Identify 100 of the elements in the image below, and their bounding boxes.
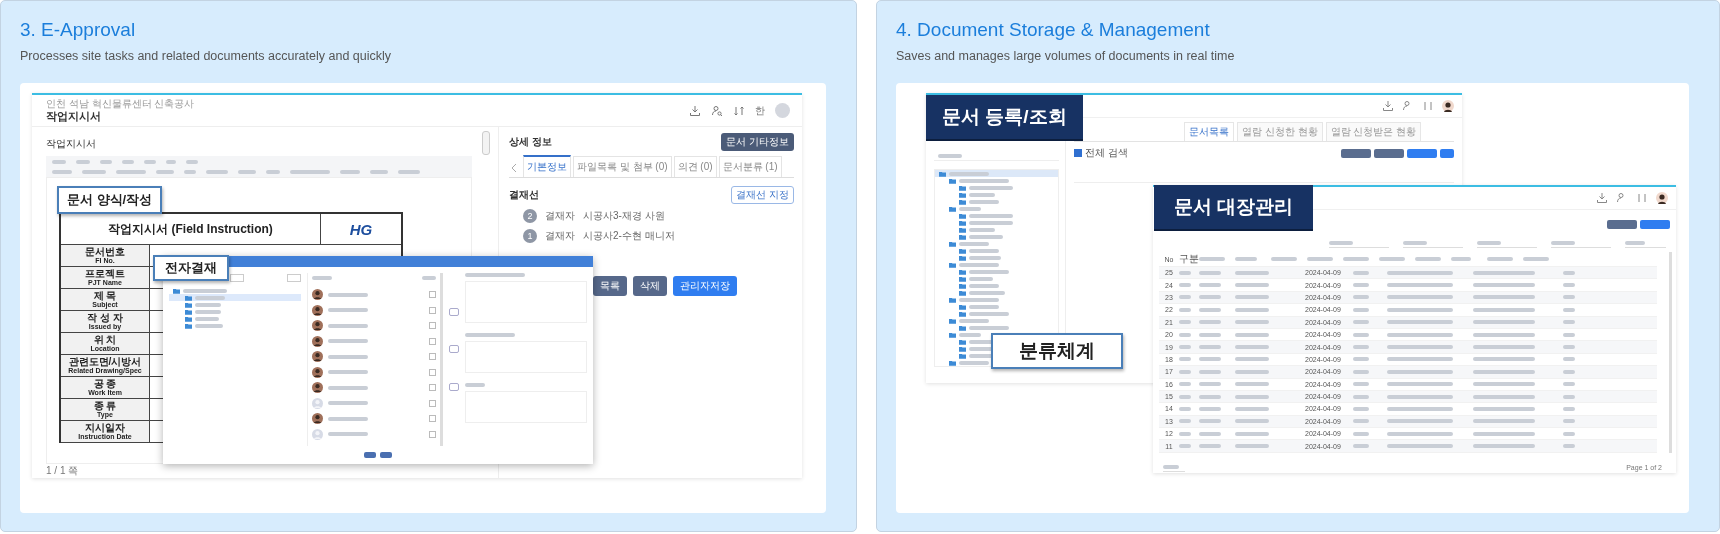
blurred-text (1353, 307, 1369, 312)
blurred-text (959, 360, 989, 365)
form-title: 작업지시서 (Field Instruction) (107, 220, 274, 238)
blurred-text (52, 159, 66, 164)
blurred-text (1473, 369, 1535, 374)
blurred-text (1199, 419, 1221, 424)
toolbar-button[interactable] (1440, 148, 1454, 158)
blurred-text (959, 241, 989, 246)
checkbox[interactable] (429, 430, 436, 438)
search-all-checkbox[interactable]: 전체 검색 (1074, 146, 1128, 160)
blurred-text (1353, 270, 1369, 275)
toolbar-button[interactable] (1407, 148, 1437, 158)
blurred-text (1199, 345, 1221, 350)
blurred-text (465, 333, 515, 337)
blurred-text (1625, 241, 1645, 245)
blurred-text (1473, 320, 1535, 325)
action-button[interactable]: 관리자저장 (673, 276, 737, 296)
blurred-text (1473, 283, 1535, 288)
blurred-text (1235, 307, 1269, 312)
dialog-button[interactable] (380, 452, 392, 458)
info-button[interactable]: 문서 기타정보 (721, 133, 794, 151)
editor-title: 작업지시서 (46, 137, 97, 150)
blurred-text (1563, 307, 1575, 312)
blurred-text (1473, 270, 1535, 275)
blurred-text (1235, 257, 1257, 261)
blurred-text (206, 169, 228, 174)
checkbox[interactable] (429, 322, 436, 330)
download-icon[interactable] (689, 104, 701, 117)
checkbox[interactable] (429, 415, 436, 423)
tab[interactable]: 파일목록 및 첨부 (0) (573, 156, 672, 177)
blurred-text (238, 169, 256, 174)
approver-name: 시공사3-재경 사원 (583, 209, 665, 223)
toolbar-button[interactable] (1374, 148, 1404, 158)
blurred-text (969, 199, 999, 204)
blurred-text (1353, 357, 1369, 362)
blurred-text (195, 309, 221, 314)
blurred-text (195, 295, 225, 300)
tab[interactable]: 문서분류 (1) (718, 156, 782, 177)
dialog-button[interactable] (364, 452, 376, 458)
blurred-text (1199, 431, 1221, 436)
blurred-text (116, 169, 146, 174)
person-avatar-icon (312, 351, 323, 363)
action-button[interactable]: 목록 (593, 276, 627, 296)
blurred-text (1473, 295, 1535, 300)
section-label: 결재선 (509, 188, 539, 202)
scrollbar[interactable] (482, 131, 490, 155)
move-button[interactable] (449, 383, 459, 392)
blurred-text (1235, 357, 1269, 362)
blurred-text (465, 273, 525, 277)
blurred-text (195, 302, 221, 307)
blurred-text (969, 227, 995, 232)
blurred-text (122, 159, 134, 164)
blurred-text (1387, 320, 1453, 325)
tab[interactable]: 열람 신청한 현황 (1237, 122, 1323, 141)
blurred-text (312, 276, 332, 280)
download-icon[interactable] (1596, 192, 1608, 204)
download-icon[interactable] (1382, 100, 1394, 112)
callout-label: 문서 등록/조회 (926, 95, 1083, 141)
blurred-text (1179, 295, 1191, 300)
blurred-text (1387, 419, 1453, 424)
blurred-text (1353, 394, 1369, 399)
move-button[interactable] (449, 307, 459, 316)
blurred-text (1387, 407, 1453, 411)
tab[interactable]: 의견 (0) (673, 156, 717, 177)
person-avatar-icon[interactable] (1442, 100, 1454, 112)
person-avatar-icon[interactable] (1656, 192, 1668, 204)
blurred-text (1235, 444, 1269, 449)
checkbox[interactable] (429, 353, 436, 361)
checkbox[interactable] (429, 291, 436, 299)
blurred-text (1353, 345, 1369, 350)
blurred-text (1179, 332, 1191, 337)
blurred-text (1563, 431, 1575, 436)
tab[interactable]: 문서목록 (1184, 122, 1234, 141)
blurred-text (1179, 444, 1191, 449)
language-button[interactable]: 한 (755, 103, 765, 118)
blurred-text (1563, 444, 1575, 449)
small-button[interactable] (230, 274, 244, 282)
checkbox[interactable] (429, 306, 436, 314)
checkbox[interactable] (429, 399, 436, 407)
blurred-text (1353, 295, 1369, 300)
tab[interactable]: 열람 신청받은 현황 (1325, 122, 1422, 141)
tab[interactable]: 기본정보 (523, 155, 571, 177)
blurred-text (1199, 283, 1221, 288)
toolbar-button[interactable] (1341, 148, 1371, 158)
blurred-text (969, 185, 1013, 190)
checkbox[interactable] (429, 384, 436, 392)
blurred-text (1563, 320, 1575, 325)
assign-button[interactable]: 결재선 지정 (731, 186, 794, 204)
card-title: 4. Document Storage & Management (896, 18, 1211, 42)
action-button[interactable]: 삭제 (633, 276, 667, 296)
blurred-text (1563, 407, 1575, 411)
blurred-text (1235, 332, 1269, 337)
blurred-text (328, 416, 368, 421)
blurred-text (1235, 345, 1269, 350)
blurred-text (1235, 369, 1269, 374)
blurred-text (1473, 431, 1535, 436)
checkbox[interactable] (429, 337, 436, 345)
move-button[interactable] (449, 345, 459, 354)
chevron-left-icon[interactable] (511, 163, 517, 173)
checkbox[interactable] (429, 368, 436, 376)
